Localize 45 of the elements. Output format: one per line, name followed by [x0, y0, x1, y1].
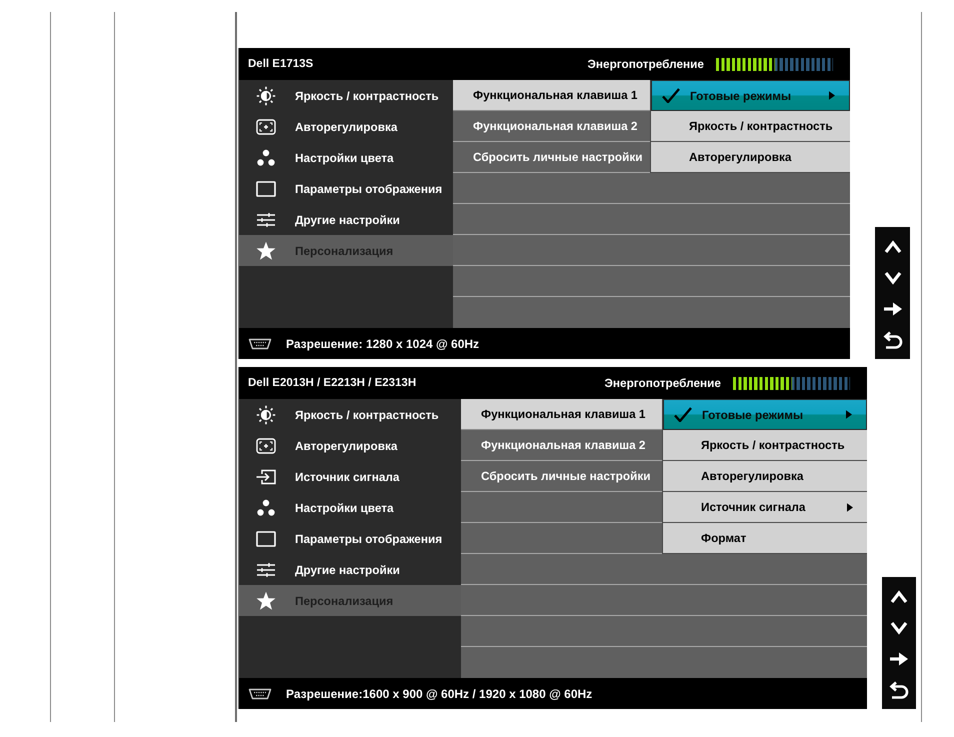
main-menu-item[interactable]: Яркость / контрастность	[239, 399, 461, 430]
power-consumption-label: Энергопотребление	[604, 376, 721, 390]
right-arrow-icon[interactable]	[882, 300, 902, 318]
auto-adjust-icon	[256, 116, 276, 136]
up-chevron-icon[interactable]	[882, 238, 902, 256]
monitor-model-title: Dell E2013H / E2213H / E2313H	[248, 377, 416, 389]
up-chevron-icon[interactable]	[889, 588, 909, 606]
rectangle-icon	[256, 178, 276, 198]
main-menu-item[interactable]: Настройки цвета	[239, 142, 453, 173]
return-arrow-icon[interactable]	[889, 680, 909, 698]
resolution-text: Разрешение: 1280 x 1024 @ 60Hz	[286, 336, 480, 350]
submenu-option-item[interactable]: Готовые режимы	[663, 399, 867, 430]
submenu-option-item[interactable]: Источник сигнала	[663, 492, 867, 523]
resolution-text: Разрешение:1600 x 900 @ 60Hz / 1920 x 1080 @ 60Hz	[286, 686, 592, 700]
submenu-option-item[interactable]: Яркость / контрастность	[663, 430, 867, 461]
rectangle-icon	[256, 528, 276, 548]
auto-adjust-icon	[256, 436, 276, 456]
three-dots-icon	[256, 498, 276, 518]
main-menu-item[interactable]: Параметры отображения	[239, 523, 461, 554]
main-menu-item[interactable]: Другие настройки	[239, 204, 453, 235]
main-menu-item[interactable]: Настройки цвета	[239, 492, 461, 523]
connector-icon	[248, 688, 272, 700]
power-consumption-label: Энергопотребление	[587, 57, 704, 71]
three-dots-icon	[256, 148, 276, 168]
main-menu-item[interactable]: Параметры отображения	[239, 173, 453, 204]
submenu-option-item[interactable]: Яркость / контрастность	[651, 111, 850, 142]
connector-icon	[248, 338, 272, 350]
submenu-item[interactable]: Функциональная клавиша 1	[453, 80, 650, 111]
main-menu-item[interactable]: Источник сигнала	[239, 461, 461, 492]
submenu-option-item[interactable]: Авторегулировка	[651, 142, 850, 173]
monitor-model-title: Dell E1713S	[248, 58, 314, 70]
submenu-option-item[interactable]: Формат	[663, 523, 867, 554]
main-menu-item[interactable]: Авторегулировка	[239, 430, 461, 461]
brightness-icon	[256, 404, 276, 424]
submenu-option-item[interactable]: Готовые режимы	[651, 80, 850, 111]
main-menu-item[interactable]: Яркость / контрастность	[239, 80, 453, 111]
submenu-item[interactable]: Функциональная клавиша 1	[461, 399, 662, 430]
star-icon	[256, 240, 276, 260]
main-menu-item[interactable]: Авторегулировка	[239, 111, 453, 142]
star-icon	[256, 590, 276, 610]
submenu-option-item[interactable]: Авторегулировка	[663, 461, 867, 492]
brightness-icon	[256, 86, 276, 106]
return-arrow-icon[interactable]	[882, 330, 902, 348]
right-arrow-icon[interactable]	[889, 650, 909, 668]
main-menu-item[interactable]: Другие настройки	[239, 554, 461, 585]
